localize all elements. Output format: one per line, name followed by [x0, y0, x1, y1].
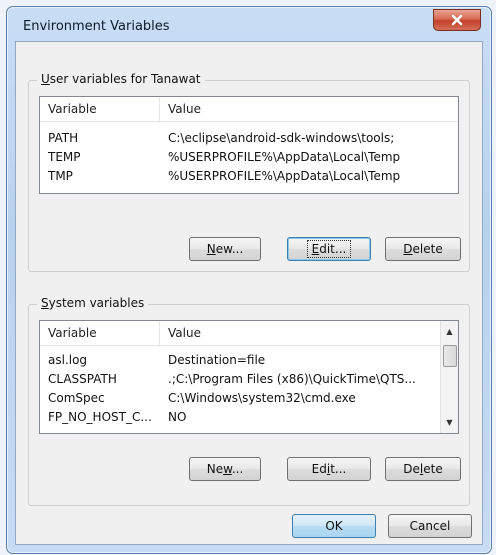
scrollbar-thumb[interactable]	[443, 345, 457, 367]
dialog-body: User variables for Tanawat Variable Valu…	[15, 41, 483, 545]
user-variables-group: User variables for Tanawat Variable Valu…	[28, 72, 470, 272]
variable-value: C:\eclipse\android-sdk-windows\tools;	[168, 130, 395, 145]
title-bar[interactable]: Environment Variables	[7, 7, 491, 41]
variable-name: FP_NO_HOST_C...	[48, 409, 152, 424]
window-title: Environment Variables	[23, 19, 170, 34]
variable-name: TMP	[48, 168, 73, 183]
column-header-variable[interactable]: Variable	[40, 321, 160, 345]
variable-name: ComSpec	[48, 390, 105, 405]
vertical-scrollbar[interactable]: ▲ ▼	[440, 321, 458, 433]
variable-value: %USERPROFILE%\AppData\Local\Temp	[168, 168, 401, 183]
cancel-button[interactable]: Cancel	[388, 514, 472, 538]
user-variables-list[interactable]: Variable Value PATH C:\eclipse\android-s…	[39, 96, 459, 194]
user-delete-button[interactable]: Delete	[385, 237, 461, 261]
list-header: Variable Value	[40, 97, 458, 122]
close-button[interactable]	[433, 9, 481, 31]
system-variables-group: System variables Variable Value asl.log …	[28, 296, 470, 506]
variable-name: CLASSPATH	[48, 371, 117, 386]
list-item[interactable]: ComSpec C:\Windows\system32\cmd.exe	[40, 388, 441, 407]
system-new-button[interactable]: New...	[189, 457, 261, 481]
list-header: Variable Value	[40, 321, 441, 346]
system-delete-button[interactable]: Delete	[385, 457, 461, 481]
list-item[interactable]: asl.log Destination=file	[40, 350, 441, 369]
variable-name: asl.log	[48, 352, 88, 367]
column-header-variable[interactable]: Variable	[40, 97, 160, 121]
system-variables-title: System variables	[37, 296, 149, 310]
variable-value: Destination=file	[168, 352, 266, 367]
list-item[interactable]: TEMP %USERPROFILE%\AppData\Local\Temp	[40, 147, 458, 166]
list-item[interactable]: FP_NO_HOST_C... NO	[40, 407, 441, 426]
system-edit-button[interactable]: Edit...	[287, 457, 371, 481]
list-item[interactable]: PATH C:\eclipse\android-sdk-windows\tool…	[40, 128, 458, 147]
scroll-up-arrow-icon[interactable]: ▲	[441, 323, 458, 340]
close-icon	[451, 14, 463, 26]
column-header-value[interactable]: Value	[160, 102, 201, 116]
variable-value: NO	[168, 409, 187, 424]
list-item[interactable]: CLASSPATH .;C:\Program Files (x86)\Quick…	[40, 369, 441, 388]
scroll-down-arrow-icon[interactable]: ▼	[441, 414, 458, 431]
system-variables-list[interactable]: Variable Value asl.log Destination=file …	[39, 320, 459, 434]
variable-value: .;C:\Program Files (x86)\QuickTime\QTS..…	[168, 371, 416, 386]
user-new-button[interactable]: New...	[189, 237, 261, 261]
environment-variables-dialog: Environment Variables User variables for…	[6, 6, 492, 554]
list-item[interactable]: TMP %USERPROFILE%\AppData\Local\Temp	[40, 166, 458, 185]
variable-name: PATH	[48, 130, 79, 145]
variable-value: C:\Windows\system32\cmd.exe	[168, 390, 356, 405]
variable-name: TEMP	[48, 149, 81, 164]
column-header-value[interactable]: Value	[160, 326, 201, 340]
user-variables-title: User variables for Tanawat	[37, 72, 205, 86]
user-edit-button[interactable]: Edit...	[287, 237, 371, 261]
variable-value: %USERPROFILE%\AppData\Local\Temp	[168, 149, 401, 164]
ok-button[interactable]: OK	[292, 514, 376, 538]
